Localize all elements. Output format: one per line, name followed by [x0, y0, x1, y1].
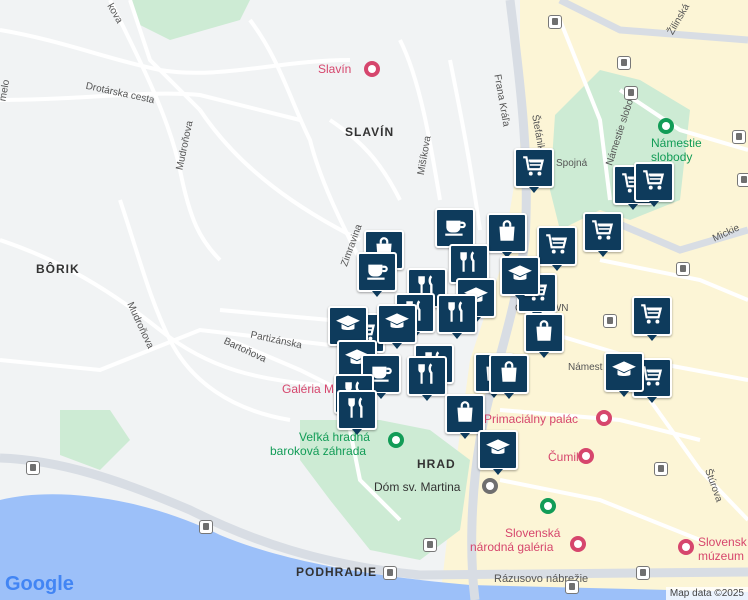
shopping-pin[interactable]: [487, 213, 527, 258]
grocery-pin[interactable]: [537, 226, 577, 271]
tree-icon[interactable]: [540, 498, 556, 514]
park-top: [130, 0, 250, 40]
poi-label-dom[interactable]: Dóm sv. Martina: [374, 480, 460, 494]
cart-icon: [521, 153, 547, 184]
grocery-pin[interactable]: [583, 212, 623, 257]
shopping-bag-icon: [496, 359, 522, 390]
cart-icon: [641, 167, 667, 198]
cafe-pin[interactable]: [435, 208, 475, 253]
school-pin[interactable]: [478, 430, 518, 475]
shopping-bag-icon: [452, 399, 478, 430]
grocery-pin[interactable]: [634, 162, 674, 207]
poi-label-primacialny[interactable]: Primaciálny palác: [484, 412, 578, 426]
restaurant-pin[interactable]: [337, 390, 377, 435]
graduation-cap-icon: [611, 357, 637, 388]
shopping-pin[interactable]: [489, 354, 529, 399]
graduation-cap-icon: [485, 435, 511, 466]
shopping-pin[interactable]: [524, 313, 564, 358]
school-pin[interactable]: [377, 304, 417, 349]
map-attribution[interactable]: Map data ©2025: [665, 587, 748, 600]
district-label-slavin: SLAVÍN: [345, 125, 395, 139]
gallery-icon[interactable]: [570, 536, 586, 552]
shopping-bag-icon: [494, 218, 520, 249]
cart-icon: [544, 231, 570, 262]
poi-label-zahrada-2[interactable]: baroková záhrada: [270, 444, 366, 458]
cafe-pin[interactable]: [357, 252, 397, 297]
street-label-namest: Námest: [568, 362, 603, 373]
graduation-cap-icon: [507, 261, 533, 292]
district-label-hrad: HRAD: [417, 457, 456, 471]
poi-label-cumil[interactable]: Čumil: [548, 450, 579, 464]
restaurant-pin[interactable]: [407, 356, 447, 401]
bus-stop-icon[interactable]: [636, 566, 650, 580]
restaurant-pin[interactable]: [437, 294, 477, 339]
google-logo[interactable]: Google: [5, 573, 74, 596]
district-label-podhradie: PODHRADIE: [296, 565, 378, 579]
grocery-pin[interactable]: [632, 296, 672, 341]
poi-label-sng-2[interactable]: národná galéria: [470, 540, 553, 554]
fork-knife-icon: [344, 395, 370, 426]
poi-label-muzeum-1[interactable]: Slovensk: [698, 535, 747, 549]
shopping-pin[interactable]: [445, 394, 485, 439]
poi-label-namestie-slobody-1[interactable]: Námestie: [651, 136, 702, 150]
coffee-icon: [364, 257, 390, 288]
bus-stop-icon[interactable]: [423, 538, 437, 552]
poi-label-sng-1[interactable]: Slovenská: [505, 526, 560, 540]
museum-icon[interactable]: [596, 410, 612, 426]
fork-knife-icon: [456, 249, 482, 280]
museum-icon-2[interactable]: [678, 539, 694, 555]
graduation-cap-icon: [384, 309, 410, 340]
cart-icon: [639, 301, 665, 332]
poi-label-galeria[interactable]: Galéria M: [282, 382, 334, 396]
bus-stop-icon[interactable]: [737, 173, 748, 187]
bus-stop-icon[interactable]: [654, 462, 668, 476]
school-pin[interactable]: [500, 256, 540, 301]
poi-label-muzeum-2[interactable]: múzeum: [698, 549, 744, 563]
church-icon[interactable]: [482, 478, 498, 494]
bus-stop-icon[interactable]: [383, 566, 397, 580]
shopping-bag-icon: [531, 318, 557, 349]
cart-icon: [590, 217, 616, 248]
park-left: [60, 410, 130, 470]
coffee-icon: [442, 213, 468, 244]
school-pin[interactable]: [604, 352, 644, 397]
google-logo-text: Google: [5, 573, 74, 595]
street-label-spojna: Spojná: [556, 158, 588, 169]
bus-stop-icon[interactable]: [199, 520, 213, 534]
bus-stop-icon[interactable]: [732, 130, 746, 144]
bus-stop-icon[interactable]: [26, 461, 40, 475]
bus-stop-icon[interactable]: [603, 314, 617, 328]
bus-stop-icon[interactable]: [676, 262, 690, 276]
memorial-icon[interactable]: [364, 61, 380, 77]
bus-stop-icon[interactable]: [617, 56, 631, 70]
landmark-icon[interactable]: [578, 448, 594, 464]
bus-stop-icon[interactable]: [565, 580, 579, 594]
graduation-cap-icon: [335, 311, 361, 342]
district-label-borik: BÔRIK: [36, 262, 80, 276]
poi-label-slavin[interactable]: Slavín: [318, 62, 351, 76]
grocery-pin[interactable]: [514, 148, 554, 193]
park-icon[interactable]: [658, 118, 674, 134]
bus-stop-icon[interactable]: [548, 15, 562, 29]
garden-icon[interactable]: [388, 432, 404, 448]
bus-stop-icon[interactable]: [624, 86, 638, 100]
fork-knife-icon: [414, 361, 440, 392]
fork-knife-icon: [444, 299, 470, 330]
